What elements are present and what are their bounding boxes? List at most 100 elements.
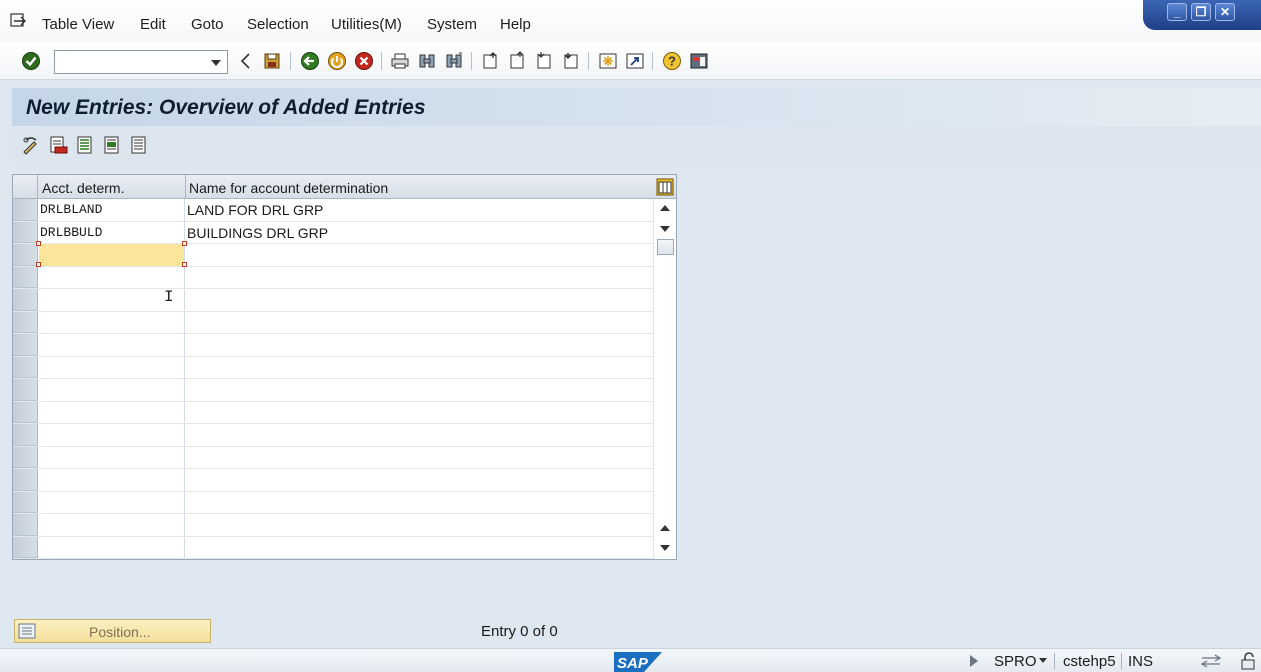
acct-determ-cell[interactable]: DRLBBULD xyxy=(39,221,185,243)
next-page-icon[interactable] xyxy=(534,51,554,71)
find-icon[interactable] xyxy=(417,51,437,71)
table-settings-icon[interactable] xyxy=(656,178,674,196)
account-name-cell[interactable] xyxy=(186,379,653,401)
exit-icon[interactable] xyxy=(327,51,347,71)
account-name-cell[interactable] xyxy=(186,447,653,469)
row-selector[interactable] xyxy=(13,199,38,221)
acct-determ-cell[interactable] xyxy=(39,469,185,491)
page-title: New Entries: Overview of Added Entries xyxy=(26,96,426,119)
menu-edit[interactable]: Edit xyxy=(140,16,166,33)
account-name-cell[interactable] xyxy=(186,492,653,514)
account-name-cell[interactable] xyxy=(186,469,653,491)
create-session-icon[interactable] xyxy=(598,51,618,71)
account-name-cell[interactable] xyxy=(186,334,653,356)
acct-determ-cell[interactable] xyxy=(39,356,185,378)
select-block-icon[interactable] xyxy=(102,135,122,155)
row-selector[interactable] xyxy=(13,334,38,356)
chevron-down-icon[interactable] xyxy=(211,60,221,66)
menu-system-icon[interactable] xyxy=(10,13,28,29)
menu-system[interactable]: System xyxy=(427,16,477,33)
account-name-cell[interactable] xyxy=(186,289,653,311)
minimize-button[interactable]: _ xyxy=(1167,3,1187,21)
enter-icon[interactable] xyxy=(21,51,41,71)
save-icon[interactable] xyxy=(262,51,282,71)
row-selector[interactable] xyxy=(13,379,38,401)
menu-help[interactable]: Help xyxy=(500,16,531,33)
account-name-cell[interactable] xyxy=(186,357,653,379)
position-button[interactable]: Position... xyxy=(14,619,211,643)
last-page-icon[interactable] xyxy=(561,51,581,71)
back-green-icon[interactable] xyxy=(300,51,320,71)
acct-determ-cell[interactable] xyxy=(39,379,185,401)
back-icon[interactable] xyxy=(236,51,256,71)
acct-determ-cell[interactable] xyxy=(39,401,185,423)
acct-determ-cell[interactable] xyxy=(39,424,185,446)
row-selector[interactable] xyxy=(13,424,38,446)
column-divider[interactable] xyxy=(185,175,186,199)
select-all-rows-button[interactable] xyxy=(13,175,38,199)
acct-determ-cell[interactable]: DRLBLAND xyxy=(39,199,185,221)
print-icon[interactable] xyxy=(390,51,410,71)
row-selector[interactable] xyxy=(13,446,38,468)
scroll-page-down-icon[interactable] xyxy=(660,545,670,551)
account-name-cell[interactable]: BUILDINGS DRL GRP xyxy=(186,222,653,244)
acct-determ-cell[interactable] xyxy=(39,244,185,266)
row-selector[interactable] xyxy=(13,491,38,513)
command-field[interactable] xyxy=(54,50,228,74)
acct-determ-cell[interactable] xyxy=(39,446,185,468)
lock-icon[interactable] xyxy=(1240,652,1258,670)
row-selector[interactable] xyxy=(13,514,38,536)
acct-determ-cell[interactable] xyxy=(39,491,185,513)
scroll-down-icon[interactable] xyxy=(660,226,670,232)
acct-determ-cell[interactable] xyxy=(39,536,185,558)
menu-goto[interactable]: Goto xyxy=(191,16,224,33)
menu-utilities[interactable]: Utilities(M) xyxy=(331,16,402,33)
change-display-icon[interactable] xyxy=(21,135,41,155)
scroll-thumb[interactable] xyxy=(657,239,674,255)
row-selector[interactable] xyxy=(13,266,38,288)
previous-page-icon[interactable] xyxy=(507,51,527,71)
close-button[interactable]: ✕ xyxy=(1215,3,1235,21)
account-name-cell[interactable] xyxy=(186,244,653,266)
scroll-up-icon[interactable] xyxy=(660,205,670,211)
select-all-icon[interactable] xyxy=(75,135,95,155)
account-name-cell[interactable]: LAND FOR DRL GRP xyxy=(186,199,653,221)
column-header-name[interactable]: Name for account determination xyxy=(189,180,388,196)
column-header-acct-determ[interactable]: Acct. determ. xyxy=(42,180,124,196)
first-page-icon[interactable] xyxy=(480,51,500,71)
row-selector[interactable] xyxy=(13,356,38,378)
delete-icon[interactable] xyxy=(48,135,68,155)
account-name-cell[interactable] xyxy=(186,514,653,536)
row-selector[interactable] xyxy=(13,244,38,266)
deselect-all-icon[interactable] xyxy=(129,135,149,155)
find-next-icon[interactable] xyxy=(444,51,464,71)
restore-button[interactable]: ❐ xyxy=(1191,3,1211,21)
account-name-cell[interactable] xyxy=(186,402,653,424)
scroll-page-up-icon[interactable] xyxy=(660,525,670,531)
acct-determ-cell[interactable] xyxy=(39,514,185,536)
menu-selection[interactable]: Selection xyxy=(247,16,309,33)
account-name-cell[interactable] xyxy=(186,424,653,446)
acct-determ-cell[interactable] xyxy=(39,334,185,356)
row-selector[interactable] xyxy=(13,536,38,558)
account-name-cell[interactable] xyxy=(186,312,653,334)
help-icon[interactable]: ? xyxy=(662,51,682,71)
cancel-icon[interactable] xyxy=(354,51,374,71)
row-selector[interactable] xyxy=(13,221,38,243)
account-name-cell[interactable] xyxy=(186,537,653,559)
chevron-down-icon[interactable] xyxy=(1039,658,1047,663)
row-selector[interactable] xyxy=(13,311,38,333)
row-selector[interactable] xyxy=(13,469,38,491)
acct-determ-cell[interactable] xyxy=(39,311,185,333)
row-selector[interactable] xyxy=(13,289,38,311)
transaction-code[interactable]: SPRO xyxy=(994,653,1037,670)
acct-determ-cell[interactable] xyxy=(39,266,185,288)
command-input[interactable] xyxy=(55,51,205,73)
row-selector[interactable] xyxy=(13,401,38,423)
customize-layout-icon[interactable] xyxy=(689,51,709,71)
menu-table-view[interactable]: Table View xyxy=(42,16,114,33)
account-name-cell[interactable] xyxy=(186,267,653,289)
play-icon[interactable] xyxy=(970,655,978,667)
vertical-scrollbar[interactable] xyxy=(653,199,676,559)
shortcut-icon[interactable] xyxy=(625,51,645,71)
